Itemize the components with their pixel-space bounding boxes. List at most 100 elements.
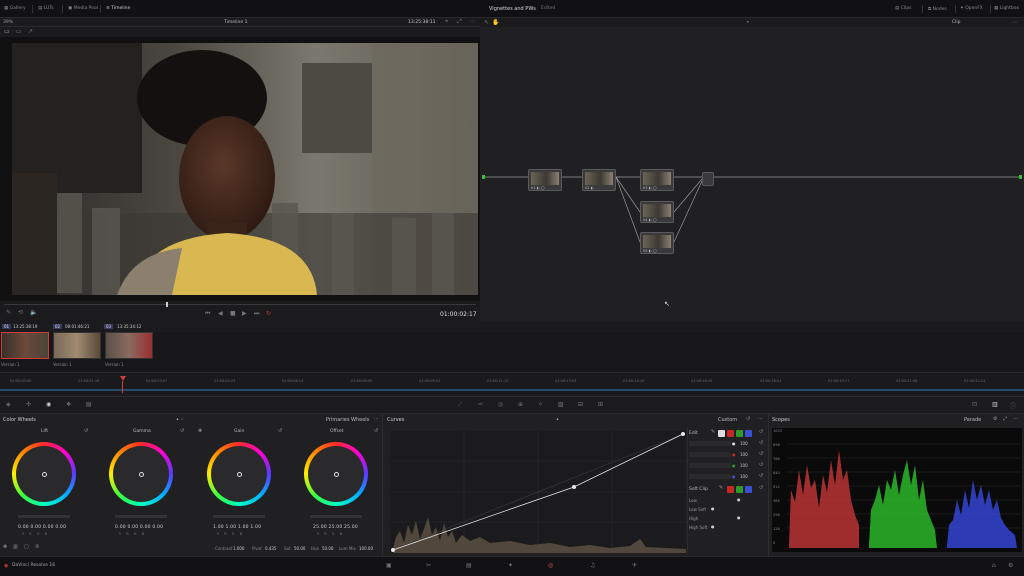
fairlight-page-icon[interactable]: ♫ <box>590 562 595 569</box>
pen-icon[interactable]: ✎ <box>6 309 11 316</box>
clip-thumbnail-02[interactable] <box>53 332 101 359</box>
scope-expand-icon[interactable]: ⤢ <box>1003 416 1007 422</box>
node-03[interactable]: 03 ◐ ◯ <box>640 169 674 191</box>
wheels-pager-dot[interactable]: • ◦ <box>176 417 184 423</box>
node-01[interactable]: 01 ◐ ◯ <box>528 169 562 191</box>
nodes-tab[interactable]: ⧉ Nodes <box>928 6 947 12</box>
wheels-page-3[interactable]: ② <box>35 544 39 550</box>
clip-thumbnail-01[interactable] <box>1 332 49 359</box>
mini-timeline[interactable]: 01:00:00:00 01:00:01:16 01:00:03:07 01:0… <box>0 372 1024 394</box>
node-02[interactable]: 02 ◐ <box>582 169 616 191</box>
media-pool-tab[interactable]: ▣ Media Pool <box>68 6 98 11</box>
curve-point-white[interactable] <box>681 432 685 436</box>
deliver-page-icon[interactable]: ✈ <box>632 562 637 569</box>
gamma-values[interactable]: 0.00 0.00 0.00 0.00 <box>115 525 163 530</box>
node-mode-selector[interactable]: Clip <box>952 20 961 25</box>
pointer-icon[interactable]: ↗ <box>28 28 33 35</box>
offset-wheel-handle[interactable] <box>334 472 339 477</box>
soft-clip-reset-icon[interactable]: ↺ <box>759 485 763 491</box>
curve-point-black[interactable] <box>391 548 395 552</box>
offset-values[interactable]: 25.00 25.00 25.00 <box>313 525 358 530</box>
soft-clip-high-slider[interactable]: ● <box>737 515 741 520</box>
image-wipe-icon[interactable]: ▭ <box>4 28 10 35</box>
curves-more-icon[interactable]: ⋯ <box>758 416 763 422</box>
edit-reset-icon[interactable]: ↺ <box>759 429 763 435</box>
soft-clip-low-soft-slider[interactable]: ● <box>711 506 715 511</box>
tracker-icon[interactable]: ⊕ <box>518 401 523 408</box>
gain-master-slider[interactable] <box>213 515 265 518</box>
keyframes-icon[interactable]: ⊡ <box>972 401 977 408</box>
curves-graph[interactable] <box>390 431 686 553</box>
more-options-icon[interactable]: ⋯ <box>469 18 475 25</box>
soft-clip-g-toggle[interactable] <box>736 486 743 493</box>
channel-b-toggle[interactable] <box>745 430 752 437</box>
info-icon[interactable]: ⓘ <box>1010 401 1016 410</box>
soft-clip-r-toggle[interactable] <box>727 486 734 493</box>
lift-reset-icon[interactable]: ↺ <box>84 428 88 434</box>
node-04[interactable]: 04 ◐ ◯ <box>640 201 674 223</box>
loop-playback-icon[interactable]: ↻ <box>266 310 271 317</box>
audio-icon[interactable]: 🔈 <box>30 309 37 316</box>
soft-clip-b-toggle[interactable] <box>745 486 752 493</box>
node-more-icon[interactable]: ⋯ <box>1012 19 1018 26</box>
curves-icon[interactable]: ⟋ <box>458 401 462 409</box>
soft-clip-pen-icon[interactable]: ✎ <box>719 485 723 491</box>
play-icon[interactable]: ▶ <box>242 310 247 317</box>
hue-value[interactable]: 50.00 <box>322 546 333 551</box>
key-icon[interactable]: ⊟ <box>578 401 583 408</box>
sizing-icon[interactable]: ⊞ <box>598 401 603 408</box>
lum-mix-value[interactable]: 100.00 <box>359 546 373 551</box>
scrub-playhead[interactable] <box>166 302 168 307</box>
edit-page-icon[interactable]: ▤ <box>466 562 472 569</box>
stop-icon[interactable]: ■ <box>230 310 236 317</box>
pivot-value[interactable]: 0.435 <box>265 546 276 551</box>
lightbox-tab[interactable]: ▦ Lightbox <box>994 6 1019 11</box>
lift-master-slider[interactable] <box>18 515 70 518</box>
rgb-mixer-icon[interactable]: ❖ <box>66 401 71 408</box>
scopes-icon[interactable]: ▥ <box>992 401 998 408</box>
clip-thumbnail-03[interactable] <box>105 332 153 359</box>
curve-y-value[interactable]: 100 <box>740 441 748 446</box>
offset-master-slider[interactable] <box>310 515 362 518</box>
curves-pager-dot[interactable]: • <box>556 417 559 423</box>
scope-settings-icon[interactable]: ⚙ <box>993 416 997 422</box>
soft-clip-low-slider[interactable]: ● <box>737 497 741 502</box>
parallel-mixer-node[interactable] <box>702 172 714 186</box>
sat-value[interactable]: 50.00 <box>294 546 305 551</box>
curves-mode-selector[interactable]: Custom <box>718 417 737 423</box>
home-icon[interactable]: ⌂ <box>992 562 996 569</box>
color-wheels-icon[interactable]: ◉ <box>46 401 51 408</box>
curve-g-value[interactable]: 100 <box>740 463 748 468</box>
auto-balance-icon[interactable]: ✥ <box>3 544 7 550</box>
split-screen-icon[interactable]: ▭ <box>16 28 22 35</box>
cut-page-icon[interactable]: ✂ <box>426 562 431 569</box>
settings-icon[interactable]: ⚙ <box>1008 562 1013 569</box>
lift-wheel-handle[interactable] <box>42 472 47 477</box>
scope-more-icon[interactable]: ⋯ <box>1013 416 1018 422</box>
gain-picker-icon[interactable]: ✥ <box>198 428 202 434</box>
scope-type-selector[interactable]: Parade <box>964 417 981 423</box>
pointer-tool-icon[interactable]: ↖ <box>484 19 489 26</box>
contrast-value[interactable]: 1.000 <box>233 546 244 551</box>
qualifier-icon[interactable]: ✑ <box>478 401 483 408</box>
hand-tool-icon[interactable]: ✋ <box>492 19 499 26</box>
wheels-mode-selector[interactable]: Primaries Wheels <box>326 417 369 423</box>
channel-y-toggle[interactable] <box>718 430 725 437</box>
clips-tab[interactable]: ▤ Clips <box>895 6 912 11</box>
color-match-icon[interactable]: ✣ <box>26 401 31 408</box>
highlight-icon[interactable]: ⌖ <box>445 18 448 26</box>
wheels-page-1[interactable]: ▥ <box>13 544 18 550</box>
lift-values[interactable]: 0.00 0.00 0.00 0.00 <box>18 525 66 530</box>
blur-icon[interactable]: ▨ <box>558 401 564 408</box>
luts-tab[interactable]: ▤ LUTs <box>38 6 54 11</box>
timeline-playhead[interactable] <box>120 376 126 381</box>
step-back-icon[interactable]: ◀ <box>218 310 223 317</box>
node-05[interactable]: 05 ◐ ◯ <box>640 232 674 254</box>
expand-icon[interactable]: ⤢ <box>457 18 462 26</box>
channel-g-toggle[interactable] <box>736 430 743 437</box>
fusion-page-icon[interactable]: ✦ <box>508 562 513 569</box>
gamma-wheel-handle[interactable] <box>139 472 144 477</box>
media-page-icon[interactable]: ▣ <box>386 562 392 569</box>
wheels-more-icon[interactable]: ⋯ <box>374 416 379 422</box>
magic-mask-icon[interactable]: ✧ <box>538 401 543 408</box>
